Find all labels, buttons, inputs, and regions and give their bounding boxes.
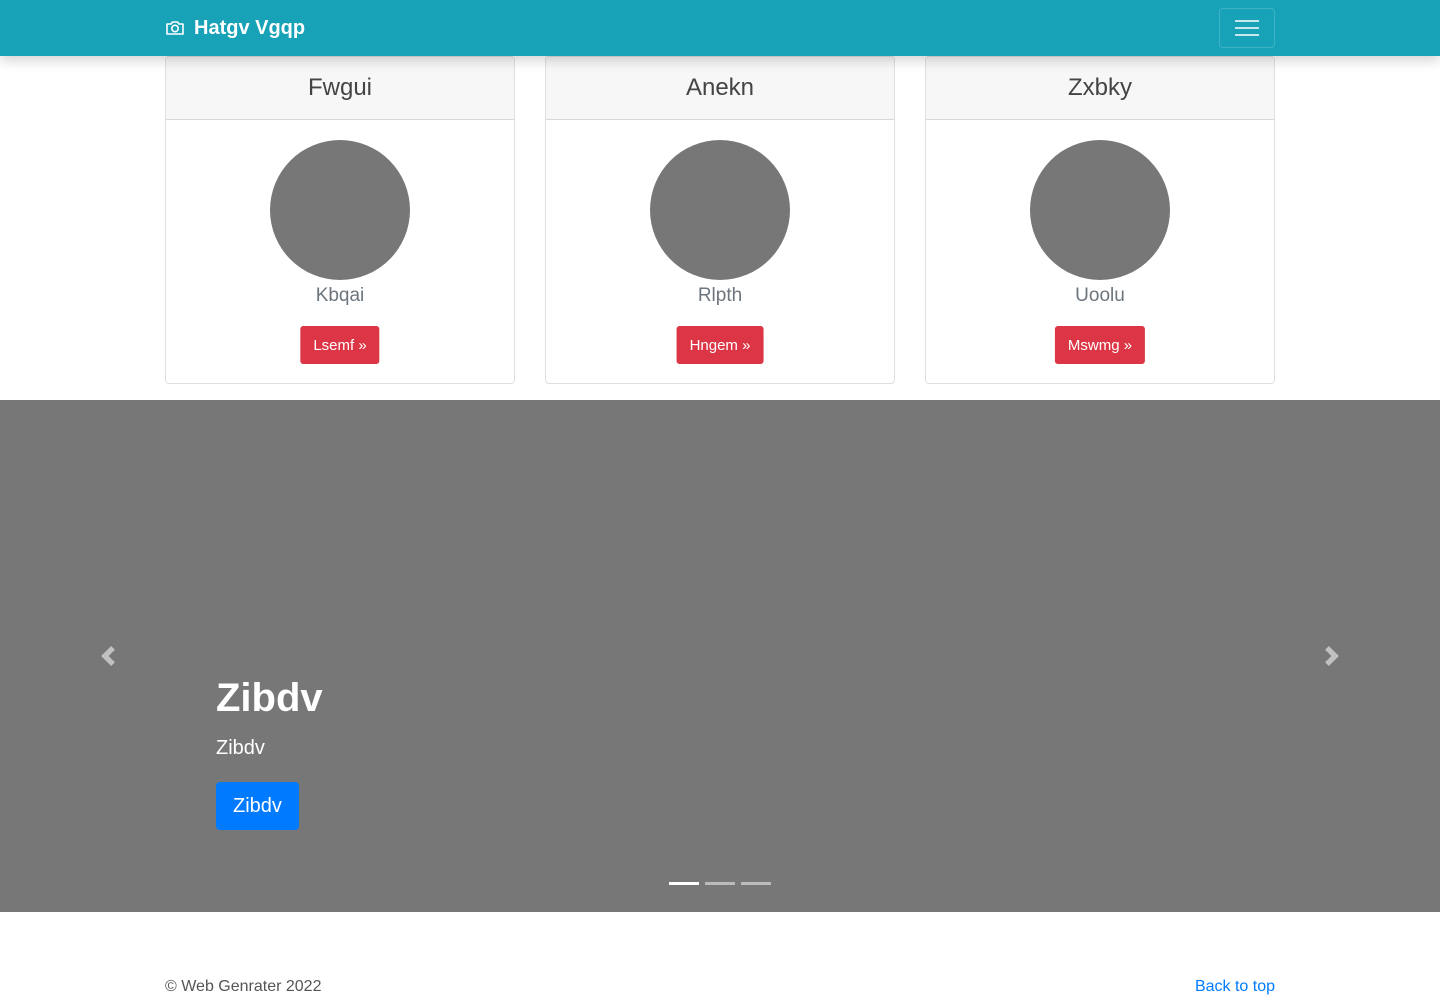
carousel-text: Zibdv bbox=[216, 737, 265, 759]
card-header: Zxbky bbox=[926, 57, 1274, 120]
card-fwgui: Fwgui Kbqai Lsemf » bbox=[165, 56, 515, 384]
card-header: Fwgui bbox=[166, 57, 514, 120]
carousel-indicator-1[interactable] bbox=[669, 882, 699, 885]
carousel-prev-button[interactable] bbox=[0, 400, 216, 912]
avatar-placeholder bbox=[650, 140, 790, 280]
carousel-indicator-3[interactable] bbox=[741, 882, 771, 885]
chevron-left-icon bbox=[101, 646, 115, 666]
card-button[interactable]: Mswmg » bbox=[1054, 326, 1146, 364]
hamburger-menu-icon bbox=[1235, 20, 1259, 36]
carousel-indicators bbox=[669, 882, 771, 885]
copyright-text: © Web Genrater 2022 bbox=[165, 978, 322, 995]
card-body: Kbqai Lsemf » bbox=[166, 120, 514, 384]
navbar: Hatgv Vgqp bbox=[0, 0, 1440, 56]
card-title: Anekn bbox=[685, 74, 755, 101]
card-subtitle: Rlpth bbox=[697, 285, 743, 306]
card-subtitle: Kbqai bbox=[315, 285, 365, 306]
avatar-placeholder bbox=[1030, 140, 1170, 280]
card-title: Zxbky bbox=[1067, 74, 1132, 101]
camera-icon bbox=[165, 18, 185, 38]
card-title: Fwgui bbox=[307, 74, 373, 101]
carousel-next-button[interactable] bbox=[1224, 400, 1440, 912]
card-body: Rlpth Hngem » bbox=[546, 120, 894, 384]
carousel-indicator-2[interactable] bbox=[705, 882, 735, 885]
card-zxbky: Zxbky Uoolu Mswmg » bbox=[925, 56, 1275, 384]
card-button[interactable]: Lsemf » bbox=[300, 326, 380, 364]
avatar-placeholder bbox=[270, 140, 410, 280]
carousel-cta-button[interactable]: Zibdv bbox=[216, 782, 299, 830]
card-header: Anekn bbox=[546, 57, 894, 120]
card-subtitle: Uoolu bbox=[1075, 285, 1125, 306]
card-deck: Fwgui Kbqai Lsemf » Anekn Rlpth Hngem » … bbox=[165, 56, 1275, 384]
card-body: Uoolu Mswmg » bbox=[926, 120, 1274, 384]
footer: © Web Genrater 2022 Back to top bbox=[165, 978, 1275, 1000]
card-anekn: Anekn Rlpth Hngem » bbox=[545, 56, 895, 384]
carousel-title: Zibdv bbox=[216, 676, 323, 720]
brand-link[interactable]: Hatgv Vgqp bbox=[165, 0, 305, 56]
brand-name: Hatgv Vgqp bbox=[194, 16, 306, 39]
back-to-top-link[interactable]: Back to top bbox=[1195, 978, 1275, 996]
navbar-toggler-button[interactable] bbox=[1219, 8, 1275, 48]
carousel: Zibdv Zibdv Zibdv bbox=[0, 400, 1440, 912]
card-button[interactable]: Hngem » bbox=[676, 326, 764, 364]
carousel-caption: Zibdv Zibdv Zibdv bbox=[216, 674, 323, 830]
chevron-right-icon bbox=[1325, 646, 1339, 666]
